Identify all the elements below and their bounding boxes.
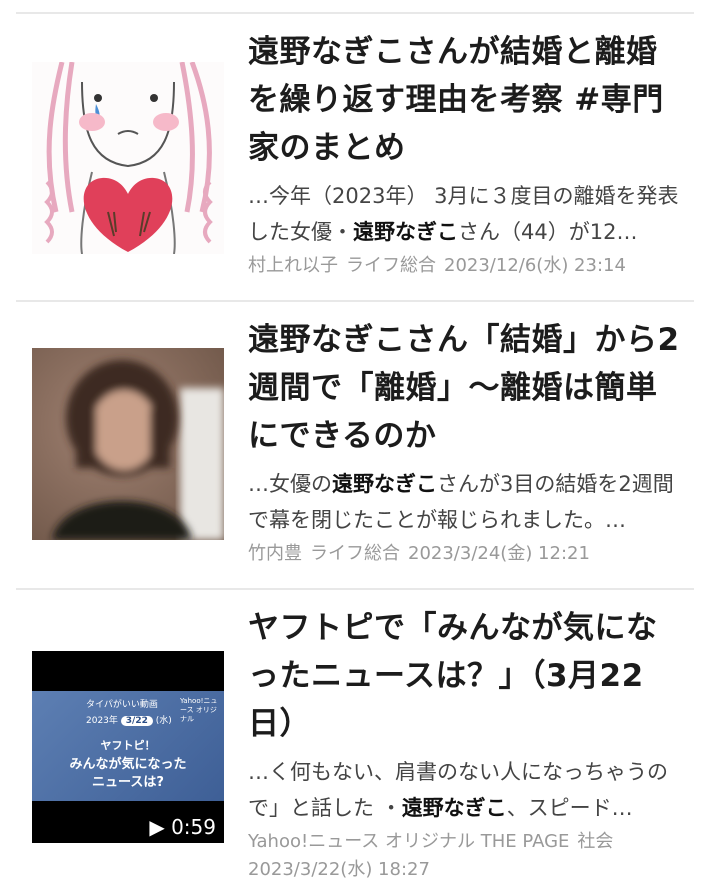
author-name: 村上れ以子 bbox=[248, 255, 338, 276]
video-brand: Yahoo!ニュース オリジナル bbox=[180, 697, 218, 723]
article-snippet: …女優の遠野なぎこさんが3目の結婚を2週間で幕を閉じたことが報じられました。… bbox=[248, 466, 688, 538]
article-title[interactable]: 遠野なぎこさんが結婚と離婚を繰り返す理由を考察 #専門家のまとめ bbox=[248, 28, 688, 172]
snippet-highlight: 遠野なぎこ bbox=[332, 472, 437, 496]
snippet-text: 、スピード… bbox=[506, 796, 633, 820]
article-thumbnail[interactable] bbox=[32, 62, 224, 254]
video-date-label: 2023年 bbox=[86, 716, 118, 726]
blurred-woman-photo-icon bbox=[32, 348, 224, 540]
snippet-highlight: 遠野なぎこ bbox=[401, 796, 507, 820]
article-snippet: …く何もない、肩書のない人になっちゃうので」と話した ・遠野なぎこ、スピード… bbox=[248, 754, 688, 826]
divider bbox=[16, 12, 694, 14]
category-label: ライフ総合 bbox=[346, 255, 436, 276]
category-label: 社会 bbox=[577, 831, 614, 852]
category-label: ライフ総合 bbox=[310, 543, 400, 564]
publish-date: 2023/3/24(金) 12:21 bbox=[408, 543, 590, 564]
duration-text: 0:59 bbox=[171, 815, 216, 839]
video-frame: タイパがいい動画 Yahoo!ニュース オリジナル 2023年 3/22 (水)… bbox=[32, 691, 224, 801]
video-duration: ▶ 0:59 bbox=[149, 815, 216, 839]
video-headline-1: ヤフトピ！ bbox=[100, 739, 156, 752]
play-icon: ▶ bbox=[149, 815, 165, 839]
publish-date: 2023/3/22(水) 18:27 bbox=[248, 859, 430, 880]
article-thumbnail[interactable] bbox=[32, 348, 224, 540]
video-headline-3: ニュースは? bbox=[92, 775, 164, 790]
video-headline-2: みんなが気になった bbox=[69, 757, 187, 772]
snippet-text: さん（44）が12… bbox=[458, 220, 638, 244]
article-meta: 村上れ以子 ライフ総合 2023/12/6(水) 23:14 bbox=[248, 252, 688, 280]
publish-date: 2023/12/6(水) 23:14 bbox=[444, 255, 626, 276]
article-title[interactable]: 遠野なぎこさん「結婚」から2週間で「離婚」〜離婚は簡単にできるのか bbox=[248, 316, 688, 460]
snippet-text: …女優の bbox=[248, 472, 332, 496]
crying-girl-heart-illustration-icon bbox=[32, 62, 224, 254]
video-thumbnail[interactable]: タイパがいい動画 Yahoo!ニュース オリジナル 2023年 3/22 (水)… bbox=[32, 651, 224, 843]
video-date-row: 2023年 3/22 (水) bbox=[86, 713, 172, 726]
article-snippet: …今年（2023年） 3月に３度目の離婚を発表した女優・遠野なぎこさん（44）が… bbox=[248, 178, 688, 250]
author-name: Yahoo!ニュース オリジナル THE PAGE bbox=[248, 831, 570, 852]
video-date-badge: 3/22 bbox=[120, 716, 153, 726]
article-meta: 竹内豊 ライフ総合 2023/3/24(金) 12:21 bbox=[248, 540, 688, 568]
divider bbox=[16, 300, 694, 302]
article-title[interactable]: ヤフトピで「みんなが気になったニュースは？」（3月22日） bbox=[248, 604, 688, 748]
snippet-highlight: 遠野なぎこ bbox=[353, 220, 458, 244]
divider bbox=[16, 588, 694, 590]
article-meta: Yahoo!ニュース オリジナル THE PAGE 社会 2023/3/22(水) … bbox=[248, 828, 688, 884]
author-name: 竹内豊 bbox=[248, 543, 302, 564]
video-date-day: (水) bbox=[155, 716, 172, 726]
video-caption-line: タイパがいい動画 bbox=[86, 700, 158, 710]
